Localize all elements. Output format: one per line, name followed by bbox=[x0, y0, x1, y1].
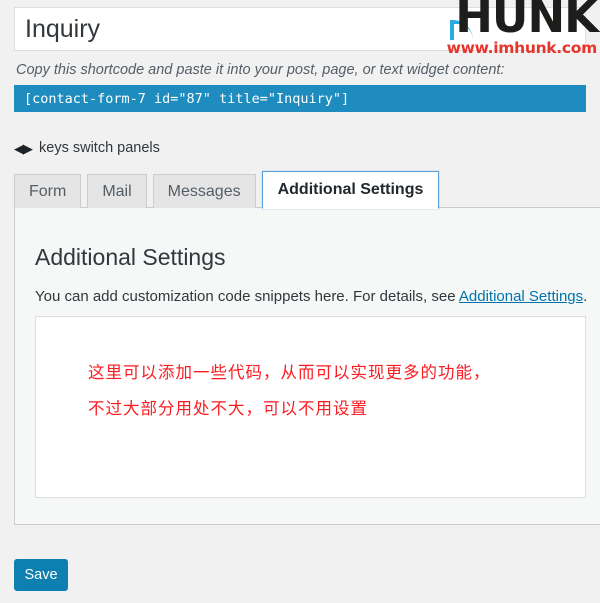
shortcode-hint-text: Copy this shortcode and paste it into yo… bbox=[16, 62, 505, 78]
tab-additional-settings[interactable]: Additional Settings bbox=[261, 171, 440, 209]
additional-settings-link[interactable]: Additional Settings bbox=[459, 288, 583, 305]
tab-mail[interactable]: Mail bbox=[87, 174, 147, 208]
save-button[interactable]: Save bbox=[14, 559, 68, 591]
shortcode-bar[interactable]: [contact-form-7 id="87" title="Inquiry"] bbox=[14, 85, 586, 112]
tab-form[interactable]: Form bbox=[14, 174, 82, 208]
additional-settings-panel: Additional Settings You can add customiz… bbox=[14, 207, 600, 525]
tab-messages[interactable]: Messages bbox=[152, 174, 256, 208]
additional-settings-textarea[interactable] bbox=[35, 316, 586, 498]
keys-switch-panels-hint: ◀▶ keys switch panels bbox=[14, 138, 160, 158]
keys-switch-panels-label: keys switch panels bbox=[39, 140, 160, 156]
panel-tab-list: Form Mail Messages Additional Settings bbox=[14, 170, 445, 209]
shortcode-value[interactable]: [contact-form-7 id="87" title="Inquiry"] bbox=[14, 91, 349, 107]
post-title-input[interactable] bbox=[14, 7, 586, 51]
panel-description-suffix: . bbox=[583, 288, 588, 305]
left-right-arrows-icon: ◀▶ bbox=[14, 140, 33, 156]
panel-description-prefix: You can add customization code snippets … bbox=[35, 288, 459, 305]
panel-heading: Additional Settings bbox=[35, 244, 226, 270]
panel-description: You can add customization code snippets … bbox=[35, 289, 587, 304]
